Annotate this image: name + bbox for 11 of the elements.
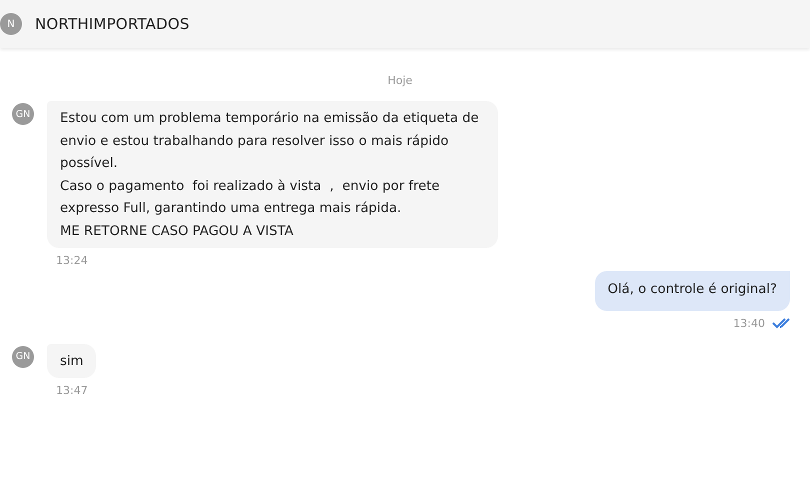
avatar: N — [0, 13, 22, 35]
message-time: 13:47 — [56, 384, 89, 397]
chat-title: NORTHIMPORTADOS — [35, 15, 190, 33]
date-label: Hoje — [388, 74, 412, 87]
avatar: GN — [12, 103, 34, 125]
message-time: 13:24 — [56, 254, 89, 267]
message-bubble: Olá, o controle é original? — [594, 271, 790, 310]
message-bubble: Estou com um problema temporário na emissão da etiqueta de envio e estou trabalhando para resolver isso o mais rápido possível. Caso o pagamento foi realizado à vista , envio por frete expresso Full, garantindo uma entrega mais rápida. ME RETORNE CASO PAGOU A VISTA — [47, 101, 498, 248]
message-bubble: sim — [47, 344, 96, 378]
avatar: GN — [12, 346, 34, 368]
message-time: 13:40 — [733, 316, 765, 330]
